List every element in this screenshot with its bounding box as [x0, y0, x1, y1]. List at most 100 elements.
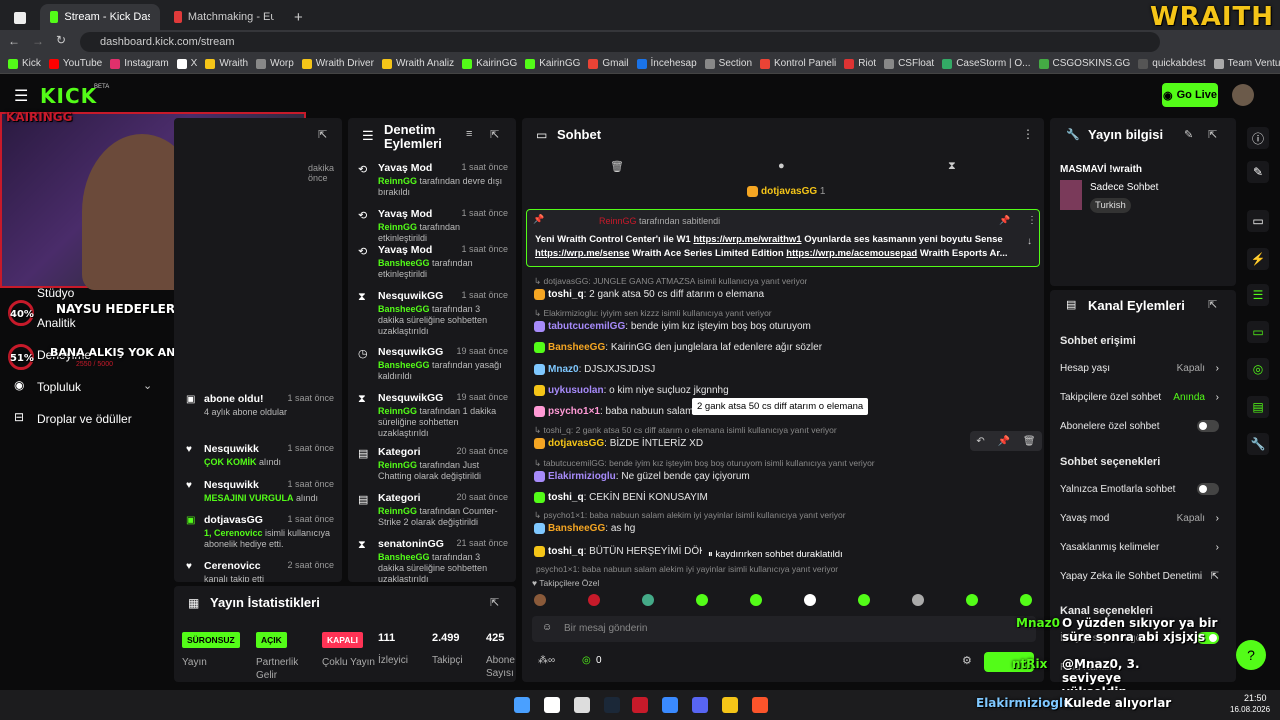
search-icon[interactable]: [544, 697, 560, 713]
bookmark-item[interactable]: İncehesap: [636, 58, 697, 69]
emote-icon[interactable]: [642, 594, 654, 606]
bookmark-item[interactable]: Gmail: [588, 58, 629, 69]
popout-icon[interactable]: ⇱: [490, 596, 499, 609]
chat-username[interactable]: Elakirmizioglu: [548, 471, 616, 482]
hourglass-icon[interactable]: ⧗: [948, 160, 956, 173]
pencil-icon[interactable]: ✎: [1247, 161, 1269, 183]
bookmark-item[interactable]: Instagram: [110, 58, 169, 69]
emoji-icon[interactable]: ☺: [542, 622, 552, 633]
emote-icon[interactable]: [696, 594, 708, 606]
followers-chat-setting[interactable]: Takipçilere özel sohbet Anında ›: [1060, 392, 1225, 403]
filter-icon[interactable]: ≡: [466, 128, 472, 140]
reply-icon[interactable]: ↶: [976, 436, 984, 447]
brave-icon[interactable]: [752, 697, 768, 713]
discord-icon[interactable]: [692, 697, 708, 713]
bookmark-item[interactable]: CSGOSKINS.GG: [1038, 58, 1130, 69]
menu-icon[interactable]: ☰: [14, 86, 28, 106]
chat-username[interactable]: BansheeGG: [548, 342, 605, 353]
info-icon[interactable]: ⓘ: [1247, 127, 1269, 149]
banned-words-setting[interactable]: Yasaklanmış kelimeler ›: [1060, 542, 1225, 553]
chat-message[interactable]: tabutcucemilGG: bende iyim kız işteyim b…: [534, 321, 811, 332]
popout-icon[interactable]: ⇱: [1208, 128, 1217, 141]
chat-settings-icon[interactable]: ⚙: [962, 654, 972, 667]
pinned-link-3[interactable]: https://wrp.me/acemousepad: [786, 248, 917, 259]
slow-mode-setting[interactable]: Yavaş mod Kapalı ›: [1060, 513, 1225, 524]
nav-drops[interactable]: Droplar ve ödüller: [37, 412, 132, 426]
feed-username[interactable]: Cerenovicc: [204, 560, 261, 572]
feed-username[interactable]: Nesquwikk: [204, 479, 259, 491]
account-age-setting[interactable]: Hesap yaşı Kapalı ›: [1060, 363, 1225, 374]
chat-input[interactable]: ☺ Bir mesaj gönderin: [532, 616, 1036, 642]
chat-message[interactable]: BansheeGG: KairinGG den junglelara laf e…: [534, 342, 822, 353]
emote-icon[interactable]: [1020, 594, 1032, 606]
url-field[interactable]: dashboard.kick.com/stream: [80, 32, 1160, 52]
expand-icon[interactable]: ↓: [1027, 236, 1032, 247]
chat-icon[interactable]: ▭: [1247, 321, 1269, 343]
chat-username[interactable]: tabutcucemilGG: [548, 321, 625, 332]
ai-moderation-setting[interactable]: Yapay Zeka ile Sohbet Denetimi ⇱: [1060, 571, 1225, 582]
bookmark-item[interactable]: Section: [704, 58, 752, 69]
trash-icon[interactable]: 🗑: [610, 160, 624, 173]
bookmark-item[interactable]: KairinGG: [525, 58, 580, 69]
bookmark-item[interactable]: Wraith: [205, 58, 248, 69]
pinned-more-icon[interactable]: ⋮: [1027, 215, 1037, 226]
emote-icon[interactable]: [534, 594, 546, 606]
chat-message[interactable]: toshi_q: 2 gank atsa 50 cs diff atarım o…: [534, 289, 764, 300]
chat-username[interactable]: dotjavasGG: [548, 438, 604, 449]
bookmark-item[interactable]: Wraith Driver: [301, 58, 374, 69]
emote-only-toggle[interactable]: [1197, 483, 1219, 495]
chat-message[interactable]: Mnaz0: DJSJXJSJDJSJ: [534, 364, 655, 375]
feed-username[interactable]: dotjavasGG: [204, 514, 263, 526]
more-options-icon[interactable]: ⋮: [1022, 127, 1034, 141]
bookmark-item[interactable]: CaseStorm | O...: [942, 58, 1031, 69]
bookmark-item[interactable]: YouTube: [48, 58, 102, 69]
archive-icon[interactable]: ▤: [1247, 396, 1269, 418]
nav-studio[interactable]: Stüdyo: [37, 286, 74, 300]
start-icon[interactable]: [514, 697, 530, 713]
bookmark-item[interactable]: Kick: [8, 58, 41, 69]
chat-message[interactable]: BansheeGG: as hg: [534, 523, 635, 534]
emote-icon[interactable]: [912, 594, 924, 606]
bookmark-item[interactable]: Riot: [844, 58, 876, 69]
bookmark-item[interactable]: Kontrol Paneli: [760, 58, 836, 69]
bolt-icon[interactable]: ⚡: [1247, 248, 1269, 270]
go-live-button[interactable]: ◉ Go Live: [1162, 83, 1218, 107]
bookmark-item[interactable]: KairinGG: [462, 58, 517, 69]
bookmark-item[interactable]: X: [176, 58, 197, 69]
emote-icon[interactable]: [858, 594, 870, 606]
bookmark-item[interactable]: CSFloat: [884, 58, 934, 69]
bookmark-item[interactable]: quickabdest: [1138, 58, 1206, 69]
app-icon[interactable]: [662, 697, 678, 713]
vivaldi-icon[interactable]: [632, 697, 648, 713]
edit-icon[interactable]: ✎: [1184, 128, 1193, 141]
list-icon[interactable]: ☰: [1247, 284, 1269, 306]
chat-paused-notice[interactable]: ⏸ kaydırırken sohbet duraklatıldı: [702, 546, 849, 563]
forward-icon[interactable]: →: [32, 34, 44, 48]
chat-username[interactable]: toshi_q: [548, 492, 584, 503]
app-icon[interactable]: [722, 697, 738, 713]
chat-bubble-icon[interactable]: ●: [778, 160, 785, 172]
browser-menu-icon[interactable]: [4, 5, 36, 31]
layout-icon[interactable]: ▭: [1247, 210, 1269, 232]
chat-username[interactable]: toshi_q: [548, 289, 584, 300]
delete-icon[interactable]: 🗑: [1023, 436, 1036, 447]
help-icon[interactable]: ?: [1236, 640, 1266, 670]
bookmark-item[interactable]: Wraith Analiz: [381, 58, 454, 69]
chat-username[interactable]: BansheeGG: [548, 523, 605, 534]
chat-message[interactable]: toshi_q: CEKİN BENİ KONUSAYIM: [534, 492, 708, 503]
avatar[interactable]: [1232, 84, 1254, 106]
tab-matchmaking[interactable]: Matchmaking - Europe 5v5: [164, 4, 284, 30]
chat-message[interactable]: uykusuolan: o kim niye suçluoz jkgnnhg: [534, 385, 729, 396]
emote-icon[interactable]: [588, 594, 600, 606]
pin-message-icon[interactable]: 📌: [998, 436, 1010, 447]
chat-username[interactable]: uykusuolan: [548, 385, 604, 396]
unpin-icon[interactable]: 📌: [999, 215, 1010, 226]
chat-username[interactable]: psycho1×1: [548, 406, 600, 417]
nav-analytics[interactable]: Analitik: [37, 316, 76, 330]
kick-logo[interactable]: KICK: [40, 84, 97, 108]
chat-message[interactable]: dotjavasGG: BİZDE İNTLERİZ XD: [534, 438, 703, 449]
chrome-icon[interactable]: [574, 697, 590, 713]
back-icon[interactable]: ←: [8, 34, 20, 48]
nav-community[interactable]: Topluluk: [37, 380, 81, 394]
popout-icon[interactable]: ⇱: [1208, 298, 1217, 311]
